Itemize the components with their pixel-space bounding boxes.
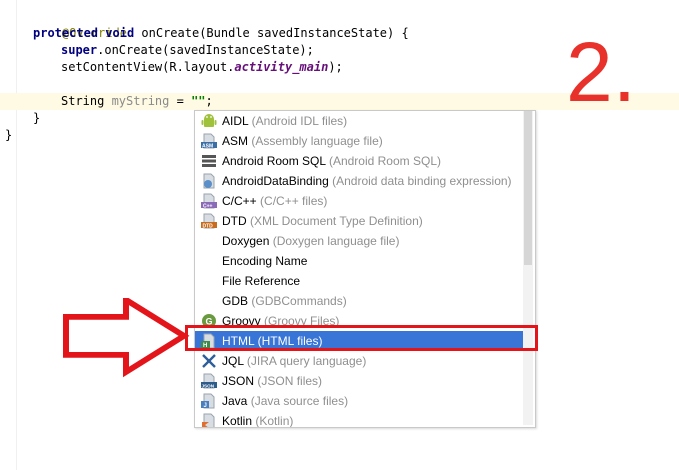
type-string: String [61,94,112,108]
svg-text:C++: C++ [203,203,213,209]
completion-item-label: ASM (Assembly language file) [222,131,383,151]
item-description: (Assembly language file) [251,134,383,148]
completion-item-label: JSON (JSON files) [222,371,322,391]
string-literal: "" [191,94,206,108]
svg-text:DTD: DTD [203,223,214,229]
item-description: (Doxygen language file) [272,234,400,248]
completion-item-asm[interactable]: ASM ASM (Assembly language file) [195,131,525,151]
completion-item-doxygen[interactable]: Doxygen (Doxygen language file) [195,231,525,251]
code-line-method-close: } [33,111,41,125]
code-line-override: @Override [33,8,127,40]
completion-item-kotlin[interactable]: Kotlin (Kotlin) [195,411,525,428]
code-line-class-close: } [5,128,13,142]
item-description: (Android IDL files) [251,114,348,128]
popup-scrollbar[interactable] [523,111,533,425]
highlight-box-annotation [185,325,538,351]
completion-item-label: JQL (JIRA query language) [222,351,366,371]
code-line-oncreate: protected void onCreate(Bundle savedInst… [33,25,409,42]
item-name: DTD [222,214,247,228]
completion-item-jql[interactable]: JQL (JIRA query language) [195,351,525,371]
kotlin-file-icon [201,413,217,427]
completion-item-label: Doxygen (Doxygen language file) [222,231,399,251]
code-line-string: String myString = ""; [61,93,213,110]
completion-item-c-c[interactable]: C++ C/C++ (C/C++ files) [195,191,525,211]
json-file-icon: JSON [201,373,217,389]
item-name: AIDL [222,114,249,128]
data-binding-file-icon [201,173,217,189]
svg-text:J: J [204,403,207,409]
keyword-super: super [61,43,98,57]
completion-item-aidl[interactable]: AIDL (Android IDL files) [195,111,525,131]
completion-item-label: C/C++ (C/C++ files) [222,191,327,211]
variable-mystring: myString [111,94,170,108]
item-name: Android Room SQL [222,154,326,168]
completion-item-android-room-sql[interactable]: Android Room SQL (Android Room SQL) [195,151,525,171]
completion-item-java[interactable]: J Java (Java source files) [195,391,525,411]
completion-item-file-reference[interactable]: File Reference [195,271,525,291]
item-description: (Android Room SQL) [328,154,441,168]
item-name: Kotlin [222,414,253,428]
code-line-setcontentview: setContentView(R.layout.activity_main); [61,59,343,76]
svg-text:ASM: ASM [202,143,213,149]
android-icon [201,113,217,129]
item-name: File Reference [222,274,301,288]
scrollbar-thumb[interactable] [524,111,532,265]
item-description: (Android data binding expression) [332,174,512,188]
code-line-super: super.onCreate(savedInstanceState); [61,42,314,59]
completion-item-label: AIDL (Android IDL files) [222,111,347,131]
completion-item-encoding-name[interactable]: Encoding Name [195,251,525,271]
completion-item-gdb[interactable]: GDB (GDBCommands) [195,291,525,311]
completion-item-label: Java (Java source files) [222,391,348,411]
cpp-file-icon: C++ [201,193,217,209]
item-name: Java [222,394,248,408]
language-completion-popup[interactable]: AIDL (Android IDL files) ASM ASM (Assembly… [194,110,536,428]
keyword-void: void [105,26,135,40]
completion-item-dtd[interactable]: DTD DTD (XML Document Type Definition) [195,211,525,231]
completion-item-json[interactable]: JSON JSON (JSON files) [195,371,525,391]
item-description: (JSON files) [257,374,323,388]
completion-item-androiddatabinding[interactable]: AndroidDataBinding (Android data binding… [195,171,525,191]
item-description: (Kotlin) [255,414,294,428]
item-name: AndroidDataBinding [222,174,329,188]
item-name: ASM [222,134,249,148]
item-name: JSON [222,374,255,388]
item-description: (Java source files) [250,394,349,408]
dtd-file-icon: DTD [201,213,217,229]
completion-item-label: GDB (GDBCommands) [222,291,347,311]
layout-field: activity_main [234,60,329,74]
completion-item-label: Android Room SQL (Android Room SQL) [222,151,441,171]
completion-item-label: AndroidDataBinding (Android data binding… [222,171,512,191]
item-description: (XML Document Type Definition) [250,214,423,228]
item-name: Encoding Name [222,254,308,268]
statement-end: ; [205,94,213,108]
method-signature: onCreate(Bundle savedInstanceState) { [134,26,409,40]
setcontentview-call: setContentView(R.layout. [61,60,235,74]
item-description: (JIRA query language) [246,354,367,368]
super-call: .onCreate(savedInstanceState); [97,43,314,57]
assign-operator: = [169,94,192,108]
item-name: C/C++ [222,194,257,208]
item-name: Doxygen [222,234,270,248]
completion-item-label: DTD (XML Document Type Definition) [222,211,423,231]
completion-item-label: Kotlin (Kotlin) [222,411,294,428]
svg-text:JSON: JSON [202,383,215,388]
item-name: JQL [222,354,244,368]
completion-item-label: File Reference [222,271,300,291]
asm-file-icon: ASM [201,133,217,149]
item-description: (C/C++ files) [260,194,328,208]
item-name: GDB [222,294,249,308]
keyword-protected: protected [33,26,99,40]
jql-icon [201,353,217,369]
java-file-icon: J [201,393,217,409]
setcontentview-end: ); [328,60,343,74]
database-table-icon [201,153,217,169]
completion-item-label: Encoding Name [222,251,307,271]
red-arrow-annotation [63,298,190,378]
step-number-annotation: 2. [566,25,637,119]
item-description: (GDBCommands) [251,294,347,308]
